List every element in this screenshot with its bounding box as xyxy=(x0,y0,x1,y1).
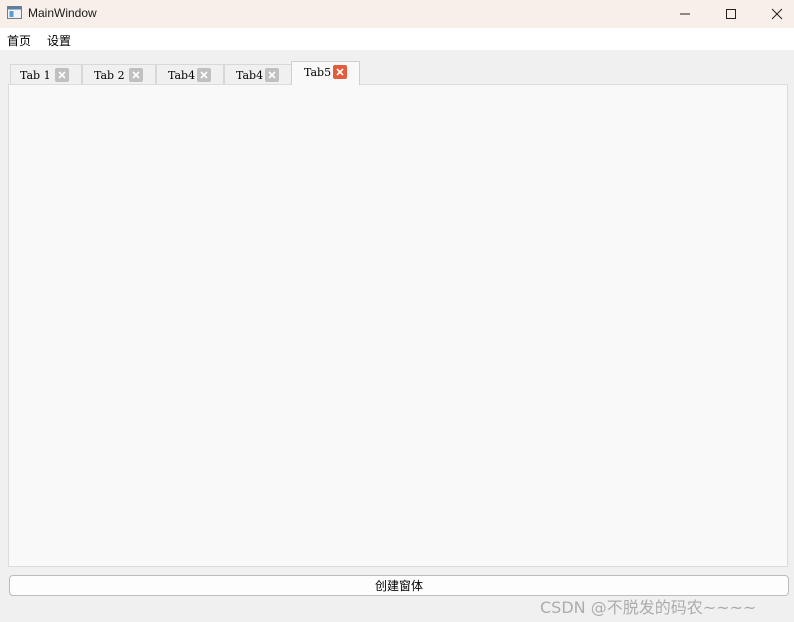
close-icon xyxy=(132,71,140,79)
menu-bar: 首页 设置 xyxy=(0,28,794,50)
close-icon xyxy=(58,71,66,79)
window-title: MainWindow xyxy=(28,6,97,20)
tab-label: Tab 2 xyxy=(94,69,125,82)
tab-close-button[interactable] xyxy=(129,68,143,82)
tab-close-button[interactable] xyxy=(55,68,69,82)
close-icon xyxy=(268,71,276,79)
close-icon xyxy=(336,68,344,76)
tab-bar: Tab 1 Tab 2 Tab4 Tab4 Tab5 xyxy=(10,61,790,85)
window-app-icon xyxy=(7,6,22,19)
tab-5[interactable]: Tab5 xyxy=(291,61,360,85)
tab-content-pane xyxy=(8,84,788,567)
minimize-button[interactable] xyxy=(662,0,708,28)
tab-3[interactable]: Tab4 xyxy=(156,64,224,85)
minimize-icon xyxy=(680,13,690,15)
close-icon xyxy=(200,71,208,79)
title-bar: MainWindow xyxy=(0,0,794,28)
tab-4[interactable]: Tab4 xyxy=(224,64,292,85)
tab-close-button[interactable] xyxy=(197,68,211,82)
tab-label: Tab4 xyxy=(236,69,264,82)
tab-close-button[interactable] xyxy=(265,68,279,82)
tab-2[interactable]: Tab 2 xyxy=(82,64,156,85)
tab-label: Tab5 xyxy=(304,66,332,79)
close-window-button[interactable] xyxy=(754,0,794,28)
maximize-button[interactable] xyxy=(708,0,754,28)
watermark-text: CSDN @不脱发的码农~~~~ xyxy=(540,598,757,617)
tab-1[interactable]: Tab 1 xyxy=(10,64,82,85)
tab-close-button[interactable] xyxy=(333,65,347,79)
tab-label: Tab 1 xyxy=(20,69,51,82)
menu-item-settings[interactable]: 设置 xyxy=(47,32,71,49)
close-icon xyxy=(771,8,783,20)
tab-label: Tab4 xyxy=(168,69,196,82)
create-window-button[interactable]: 创建窗体 xyxy=(9,575,789,596)
maximize-icon xyxy=(726,9,736,19)
menu-item-home[interactable]: 首页 xyxy=(7,32,31,49)
